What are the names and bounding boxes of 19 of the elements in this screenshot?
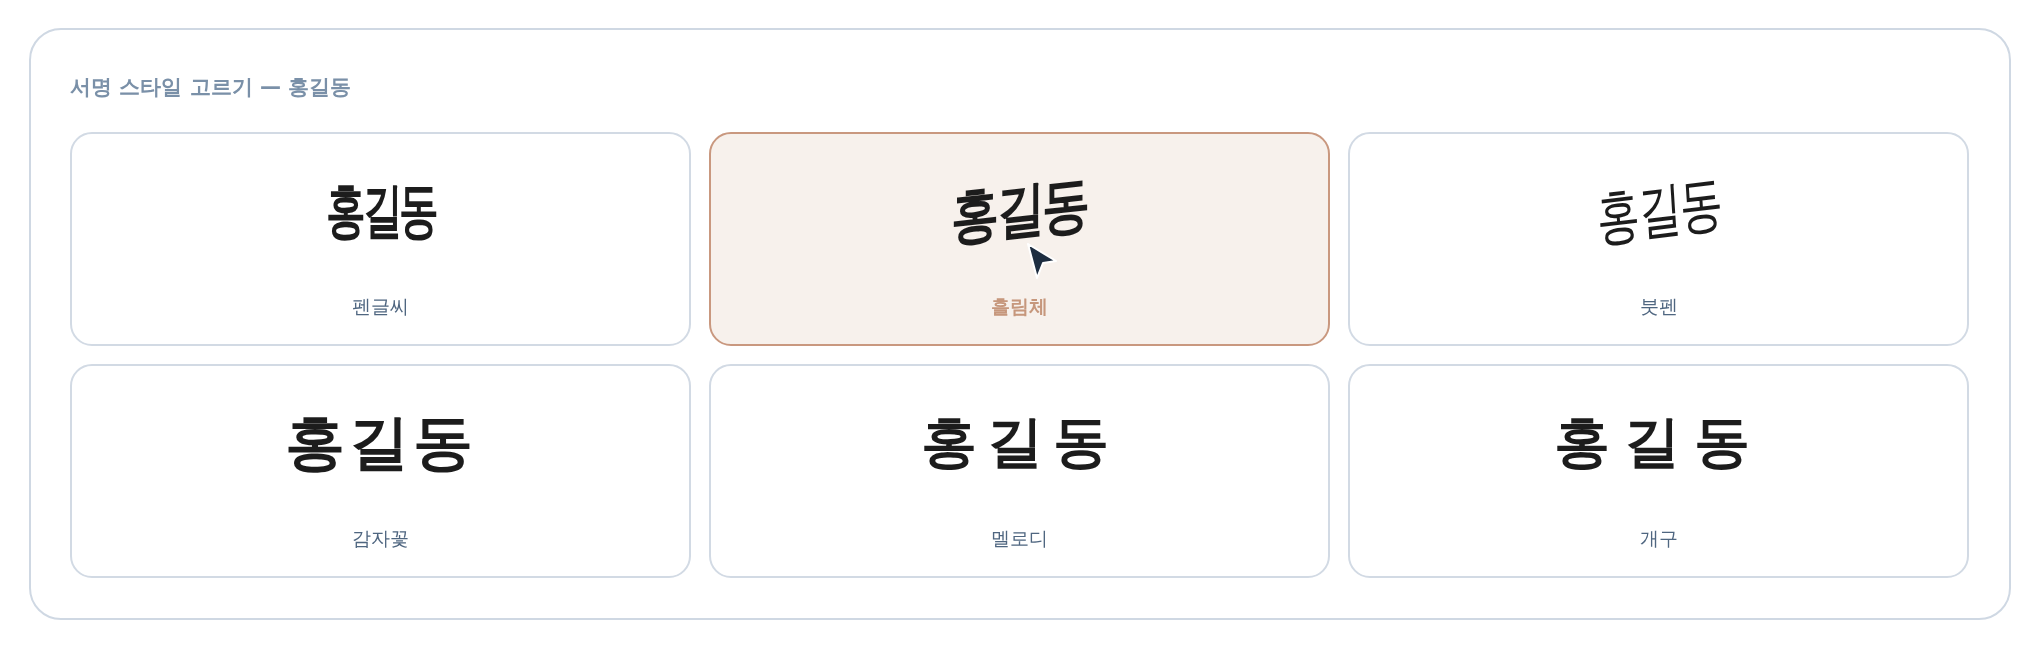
signature-preview: 홍길동 <box>325 174 436 247</box>
signature-style-card[interactable]: 홍길동 감자꽃 <box>70 364 691 578</box>
style-label: 흘림체 <box>991 294 1048 319</box>
signature-style-card[interactable]: 홍길동 멜로디 <box>709 364 1330 578</box>
style-label: 멜로디 <box>991 526 1048 551</box>
signature-preview: 홍길동 <box>920 408 1119 476</box>
signature-style-card[interactable]: 홍길동 붓펜 <box>1348 132 1969 346</box>
style-label: 감자꽃 <box>352 526 409 551</box>
style-label: 펜글씨 <box>352 294 409 319</box>
signature-preview: 홍길동 <box>1593 166 1724 255</box>
style-label: 붓펜 <box>1639 294 1678 319</box>
panel-title: 서명 스타일 고르기 — 홍길동 <box>70 74 353 101</box>
style-label: 개구 <box>1639 526 1678 551</box>
signature-preview: 홍길동 <box>284 406 477 479</box>
signature-style-card[interactable]: 홍길동 흘림체 <box>709 132 1330 346</box>
signature-preview: 홍길동 <box>951 166 1088 255</box>
signature-style-card[interactable]: 홍길동 개구 <box>1348 364 1969 578</box>
signature-preview: 홍길동 <box>1553 408 1764 476</box>
signature-style-card[interactable]: 홍길동 펜글씨 <box>70 132 691 346</box>
